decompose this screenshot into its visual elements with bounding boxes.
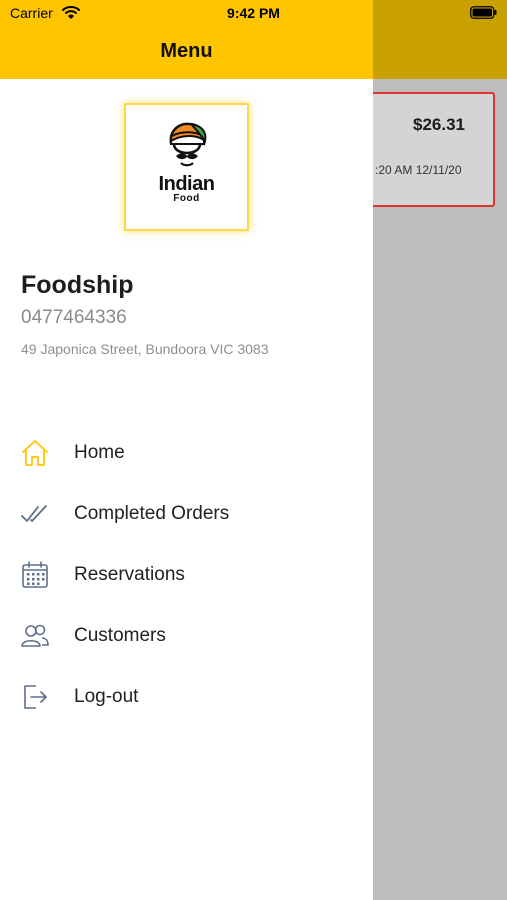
logo-subtitle: Food [173,193,200,204]
menu-item-home[interactable]: Home [0,423,373,484]
restaurant-phone: 0477464336 [21,307,127,328]
menu-item-customers[interactable]: Customers [0,606,373,667]
calendar-icon [22,561,48,588]
status-time: 9:42 PM [227,5,280,21]
menu-label-reservations: Reservations [74,564,185,585]
menu-item-completed-orders[interactable]: Completed Orders [0,484,373,545]
order-time: :20 AM 12/11/20 [375,163,462,177]
menu-item-reservations[interactable]: Reservations [0,545,373,606]
menu-label-home: Home [74,442,125,463]
app-screen: $26.31 :20 AM 12/11/20 Menu Indian Food [0,0,507,900]
restaurant-name: Foodship [21,271,134,299]
double-check-icon [21,505,47,522]
menu-label-logout: Log-out [74,686,139,707]
menu-label-customers: Customers [74,625,166,646]
drawer-menu: Home Completed Orders Reservations Custo… [0,423,373,728]
order-price: $26.31 [413,115,465,134]
status-bar: Carrier 9:42 PM [0,0,507,28]
menu-label-completed-orders: Completed Orders [74,503,230,524]
users-icon [21,624,49,647]
menu-item-logout[interactable]: Log-out [0,667,373,728]
battery-icon [470,6,497,19]
drawer-title: Menu [160,40,213,62]
side-drawer: Menu Indian Food Foodship 0477464336 49 … [0,0,373,900]
home-icon [22,440,48,466]
restaurant-logo: Indian Food [124,103,249,231]
chef-turban-icon [169,122,207,167]
restaurant-address: 49 Japonica Street, Bundoora VIC 3083 [21,341,269,357]
logout-icon [24,685,47,709]
